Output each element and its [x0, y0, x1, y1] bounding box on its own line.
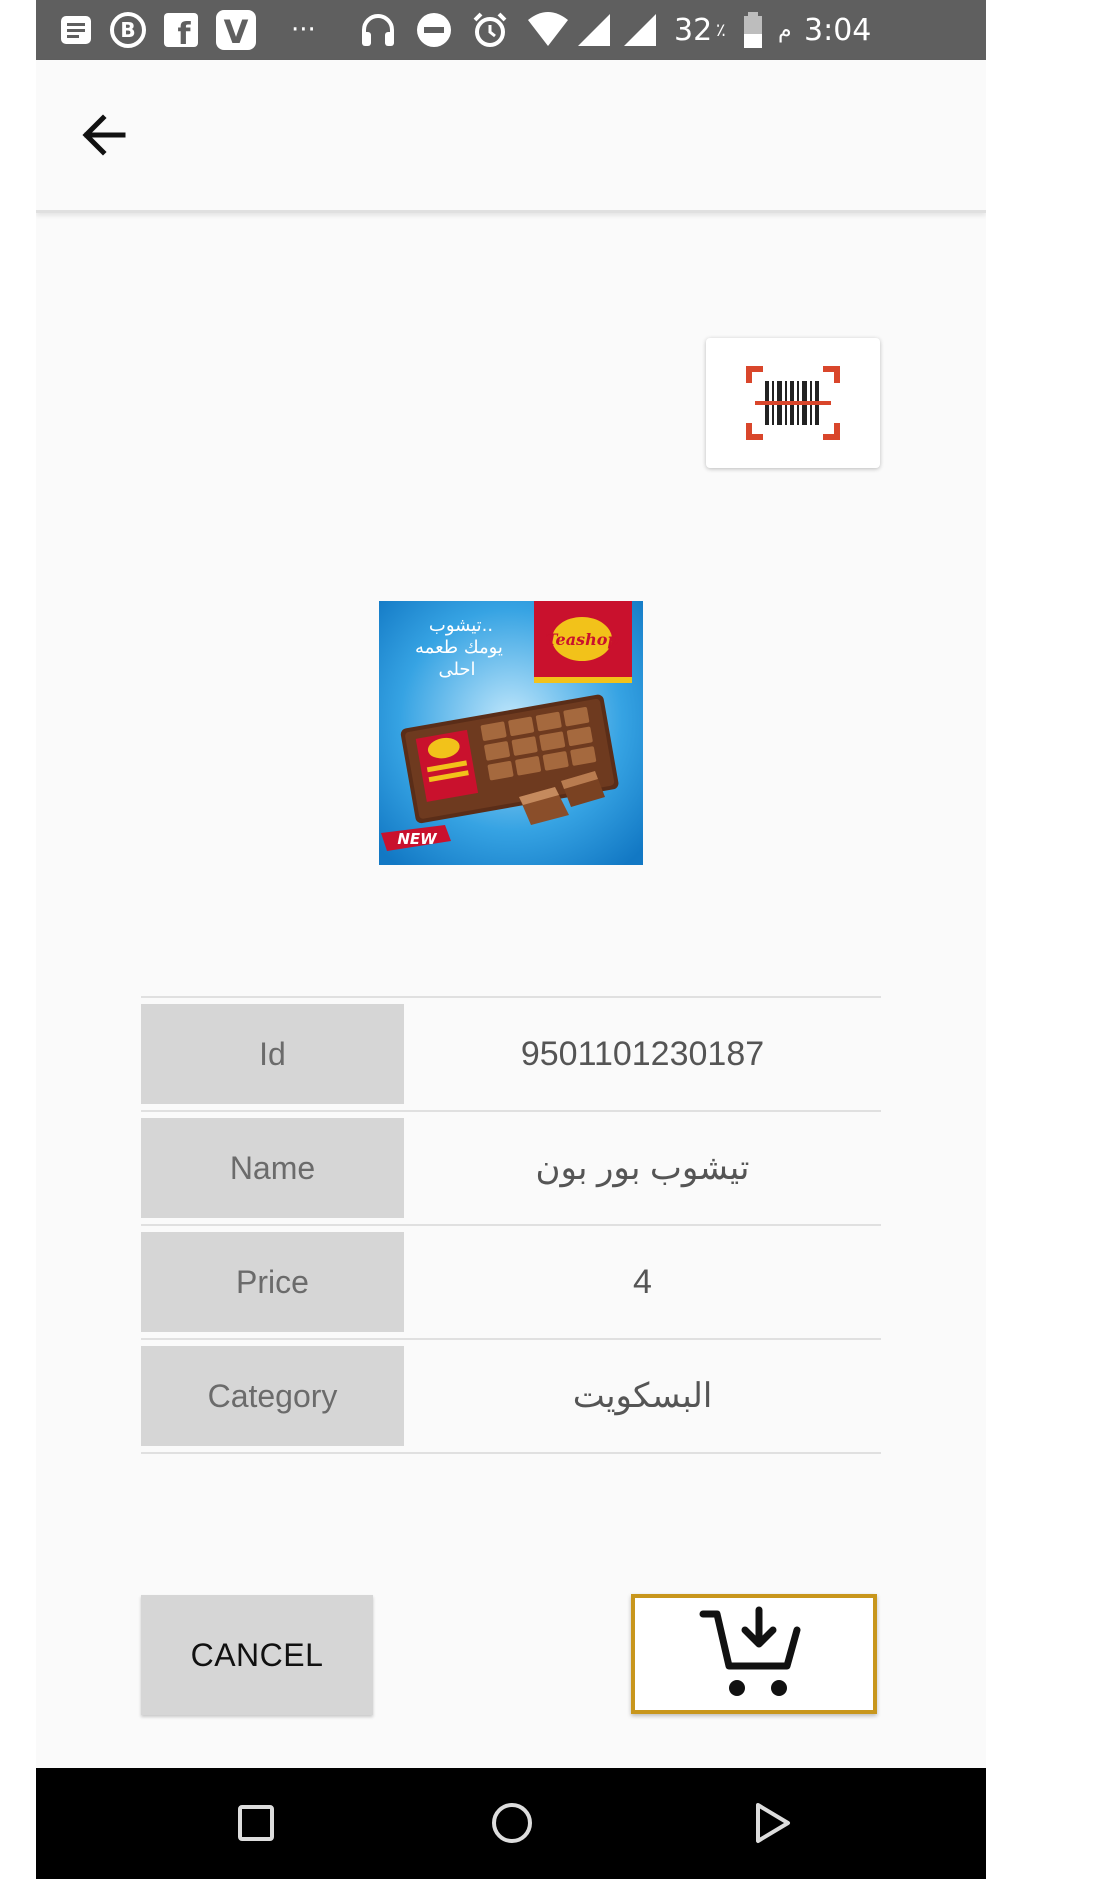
add-to-cart-button[interactable]	[631, 1594, 877, 1714]
scan-barcode-button[interactable]	[706, 338, 880, 468]
wifi-icon	[526, 0, 570, 60]
system-nav-bar	[36, 1768, 986, 1879]
name-label: Name	[141, 1118, 404, 1218]
svg-text:B: B	[120, 18, 135, 42]
cancel-button[interactable]: CANCEL	[141, 1595, 373, 1715]
clock-time: 3:04	[804, 12, 872, 48]
home-button[interactable]	[482, 1793, 542, 1853]
viber-icon: V	[214, 0, 258, 60]
tagline-line-1: تيشوب..	[429, 615, 493, 636]
notes-icon	[58, 0, 94, 60]
app-toolbar	[36, 60, 986, 213]
category-label: Category	[141, 1346, 404, 1446]
tagline-line-2: يومك طعمه	[415, 637, 503, 658]
status-bar: B f V ··· 32 ٪ م 3:04	[36, 0, 986, 60]
add-to-cart-icon	[699, 1606, 801, 1696]
battery-percent: 32	[674, 12, 713, 48]
alarm-icon	[470, 0, 510, 60]
svg-text:f: f	[177, 17, 191, 49]
signal-icon	[574, 0, 614, 60]
signal-2-icon	[620, 0, 660, 60]
app-screen: B f V ··· 32 ٪ م 3:04 Teashop تيشوب.. يو…	[36, 0, 986, 1879]
am-pm-label: م	[778, 17, 792, 43]
table-row: Name تيشوب بور بون	[141, 1110, 881, 1224]
price-label: Price	[141, 1232, 404, 1332]
back-button[interactable]	[74, 105, 134, 165]
product-details-table: Id 9501101230187 Name تيشوب بور بون Pric…	[141, 996, 881, 1454]
table-row: Price 4	[141, 1224, 881, 1338]
barcode-scan-icon	[746, 366, 840, 440]
brand-logo: Teashop	[545, 630, 618, 649]
price-value: 4	[633, 1262, 652, 1301]
headphones-icon	[358, 0, 398, 60]
do-not-disturb-icon	[414, 0, 454, 60]
square-icon	[238, 1805, 274, 1841]
product-image: Teashop تيشوب.. يومك طعمه احلى NEW	[379, 601, 643, 865]
arrow-back-icon	[82, 114, 126, 156]
table-row: Category البسكويت	[141, 1338, 881, 1454]
name-value: تيشوب بور بون	[535, 1149, 750, 1187]
id-label: Id	[141, 1004, 404, 1104]
tagline-line-3: احلى	[438, 659, 475, 680]
id-value: 9501101230187	[520, 1034, 765, 1073]
battery-icon	[742, 0, 764, 60]
table-row: Id 9501101230187	[141, 996, 881, 1110]
new-badge: NEW	[397, 830, 438, 848]
back-nav-button[interactable]	[742, 1793, 802, 1853]
recents-button[interactable]	[226, 1793, 286, 1853]
more-notifications-icon: ···	[291, 15, 316, 45]
triangle-icon	[756, 1803, 790, 1843]
percent-sign: ٪	[716, 19, 726, 41]
facebook-icon: f	[162, 0, 200, 60]
whatsapp-business-icon: B	[108, 0, 148, 60]
svg-text:V: V	[224, 13, 249, 51]
category-value: البسكويت	[572, 1377, 713, 1415]
circle-icon	[492, 1803, 532, 1843]
